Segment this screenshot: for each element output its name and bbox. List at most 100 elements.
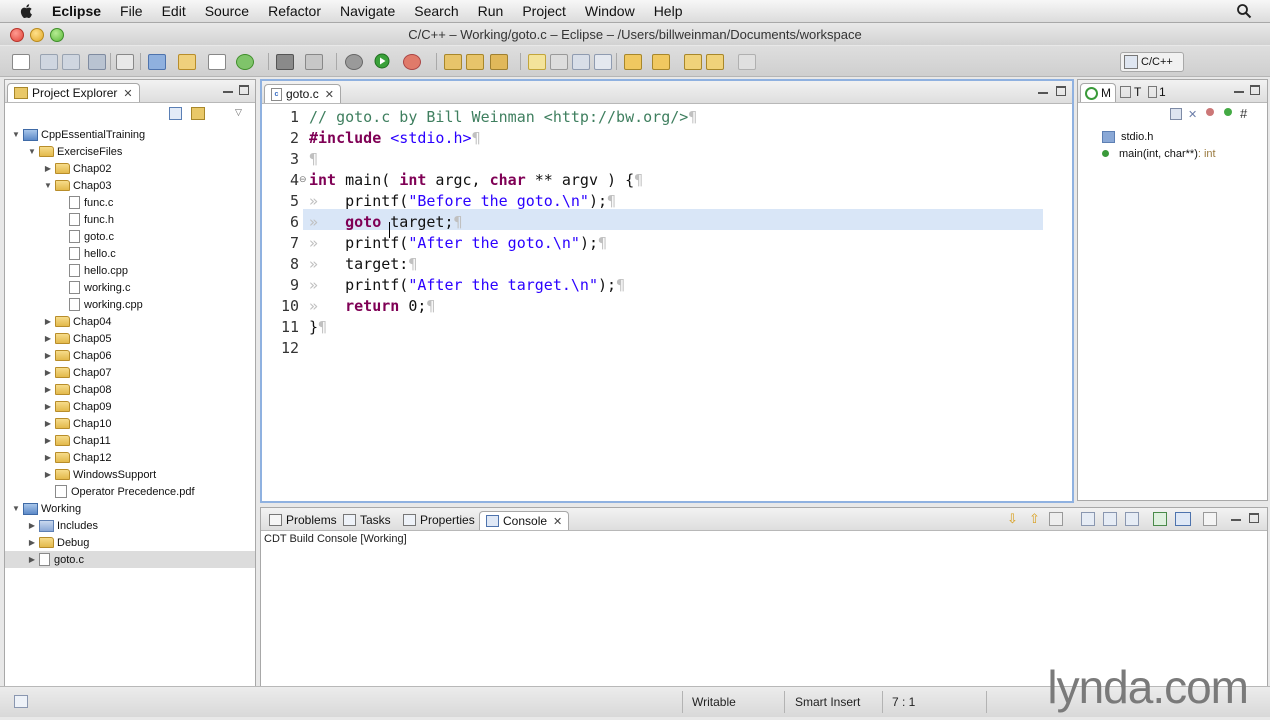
menu-app-eclipse[interactable]: Eclipse [52, 3, 101, 19]
pin-console-icon[interactable] [1153, 512, 1167, 526]
close-window-button[interactable] [10, 28, 24, 42]
expanded-arrow-icon[interactable]: ▼ [11, 504, 21, 513]
minimize-window-button[interactable] [30, 28, 44, 42]
new-project-icon[interactable] [148, 54, 166, 70]
hide-nonpublic-icon[interactable] [1224, 108, 1232, 116]
tree-item[interactable]: Operator Precedence.pdf [5, 483, 255, 500]
tree-item[interactable]: ▶ Chap05 [5, 330, 255, 347]
tree-item[interactable]: hello.c [5, 245, 255, 262]
outline-item-function[interactable]: main(int, char**) : int [1102, 145, 1216, 162]
build-console-icon[interactable] [1049, 512, 1063, 526]
tree-item[interactable]: ▶ goto.c [5, 551, 255, 568]
tree-item[interactable]: ▶ Debug [5, 534, 255, 551]
tree-item[interactable]: func.c [5, 194, 255, 211]
tree-item[interactable]: ▶ Includes [5, 517, 255, 534]
spotlight-search-icon[interactable] [1236, 3, 1252, 19]
maximize-icon[interactable] [1056, 86, 1066, 96]
tree-item[interactable]: working.cpp [5, 296, 255, 313]
copy-console-icon[interactable] [1081, 512, 1095, 526]
new-c-icon[interactable] [236, 54, 254, 70]
highlight-icon[interactable] [528, 54, 546, 70]
scroll-lock-down-icon[interactable]: ⇩ [1007, 511, 1018, 527]
tree-item[interactable]: ▶ Chap02 [5, 160, 255, 177]
build-icon[interactable] [116, 54, 134, 70]
tree-item[interactable]: ▼ ExerciseFiles [5, 143, 255, 160]
tab-tasks[interactable]: Tasks [337, 511, 397, 529]
collapsed-arrow-icon[interactable]: ▶ [43, 470, 53, 479]
collapsed-arrow-icon[interactable]: ▶ [27, 555, 37, 564]
maximize-icon[interactable] [1249, 513, 1259, 523]
collapsed-arrow-icon[interactable]: ▶ [43, 419, 53, 428]
tree-item[interactable]: ▼ CppEssentialTraining [5, 126, 255, 143]
tab-console[interactable]: Console ✕ [479, 511, 570, 530]
hide-fields-icon[interactable]: ✕ [1188, 108, 1197, 121]
maximize-icon[interactable] [239, 85, 249, 95]
expanded-arrow-icon[interactable]: ▼ [11, 130, 21, 139]
tab-outline-t[interactable]: T [1116, 83, 1145, 101]
tree-item[interactable]: ▶ Chap04 [5, 313, 255, 330]
debug-icon[interactable] [345, 54, 363, 70]
tree-item[interactable]: ▼ Chap03 [5, 177, 255, 194]
hammer-build-icon[interactable] [276, 54, 294, 70]
collapsed-arrow-icon[interactable]: ▶ [43, 368, 53, 377]
collapsed-arrow-icon[interactable]: ▶ [43, 436, 53, 445]
minimize-icon[interactable] [1231, 513, 1241, 521]
link-with-editor-icon[interactable] [191, 107, 205, 120]
collapsed-arrow-icon[interactable]: ▶ [27, 521, 37, 530]
collapsed-arrow-icon[interactable]: ▶ [27, 538, 37, 547]
maximize-icon[interactable] [1250, 85, 1260, 95]
menu-run[interactable]: Run [478, 3, 504, 19]
tree-item[interactable]: ▶ Chap07 [5, 364, 255, 381]
new-fastview-icon[interactable] [14, 695, 28, 708]
menu-file[interactable]: File [120, 3, 143, 19]
minimize-icon[interactable] [1038, 86, 1048, 94]
tree-item[interactable]: working.c [5, 279, 255, 296]
new-class-icon[interactable] [208, 54, 226, 70]
code-editor[interactable]: 1 // goto.c by Bill Weinman <http://bw.or… [263, 104, 1071, 500]
show-whitespace-icon[interactable] [594, 54, 612, 70]
collapsed-arrow-icon[interactable]: ▶ [43, 453, 53, 462]
next-annotation-icon[interactable] [624, 54, 642, 70]
tree-item[interactable]: ▶ Chap11 [5, 432, 255, 449]
remove-console-icon[interactable] [1125, 512, 1139, 526]
print-icon[interactable] [88, 54, 106, 70]
minimize-icon[interactable] [223, 85, 233, 93]
save-all-icon[interactable] [62, 54, 80, 70]
scroll-lock-up-icon[interactable]: ⇧ [1029, 511, 1040, 527]
tree-item[interactable]: hello.cpp [5, 262, 255, 279]
forward-icon[interactable] [738, 54, 756, 70]
expanded-arrow-icon[interactable]: ▼ [43, 181, 53, 190]
tab-project-explorer[interactable]: Project Explorer ✕ [7, 83, 140, 102]
group-icon[interactable]: # [1240, 106, 1247, 121]
apple-icon[interactable] [18, 3, 36, 19]
save-icon[interactable] [40, 54, 58, 70]
tree-item[interactable]: ▼ Working [5, 500, 255, 517]
clear-console-icon[interactable] [1103, 512, 1117, 526]
menu-window[interactable]: Window [585, 3, 635, 19]
block-select-icon[interactable] [572, 54, 590, 70]
sort-icon[interactable] [1170, 108, 1182, 120]
tab-problems[interactable]: Problems [263, 511, 343, 529]
close-icon[interactable]: ✕ [553, 515, 562, 528]
menu-source[interactable]: Source [205, 3, 249, 19]
collapsed-arrow-icon[interactable]: ▶ [43, 317, 53, 326]
menu-help[interactable]: Help [654, 3, 683, 19]
menu-navigate[interactable]: Navigate [340, 3, 395, 19]
search-toolbar-icon[interactable] [490, 54, 508, 70]
close-icon[interactable]: ✕ [123, 87, 132, 100]
expanded-arrow-icon[interactable]: ▼ [27, 147, 37, 156]
perspective-switcher-cpp[interactable]: C/C++ [1120, 52, 1184, 72]
tree-item[interactable]: ▶ Chap09 [5, 398, 255, 415]
menu-edit[interactable]: Edit [162, 3, 186, 19]
open-console-icon[interactable] [1203, 512, 1217, 526]
build-config-icon[interactable] [305, 54, 323, 70]
display-console-icon[interactable] [1175, 512, 1191, 526]
open-type-icon[interactable] [444, 54, 462, 70]
hide-static-icon[interactable] [1206, 108, 1214, 116]
tree-item[interactable]: ▶ Chap12 [5, 449, 255, 466]
open-element-icon[interactable] [466, 54, 484, 70]
view-menu-icon[interactable]: ▽ [235, 107, 242, 118]
collapsed-arrow-icon[interactable]: ▶ [43, 164, 53, 173]
back-icon[interactable] [706, 54, 724, 70]
external-tools-icon[interactable] [403, 54, 421, 70]
